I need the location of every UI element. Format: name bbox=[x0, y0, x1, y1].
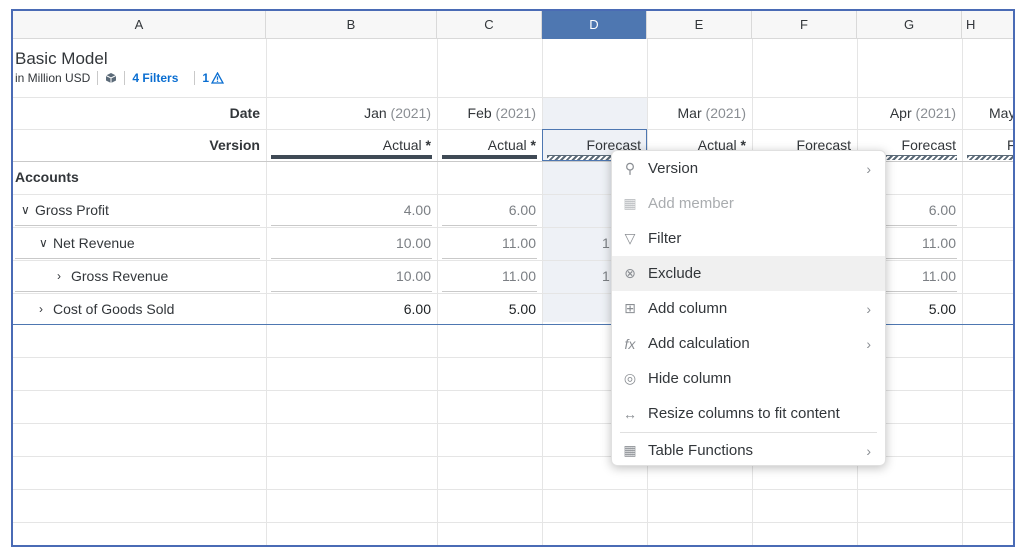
cell-underline bbox=[271, 258, 432, 259]
menu-item-add-calculation[interactable]: fx Add calculation › bbox=[612, 326, 885, 361]
menu-item-add-member[interactable]: ▦ Add member bbox=[612, 186, 885, 221]
date-header[interactable]: May bbox=[989, 105, 1013, 121]
accounts-label: Accounts bbox=[15, 169, 79, 185]
value-cell[interactable]: 4.00 bbox=[266, 202, 431, 218]
actual-bar bbox=[271, 155, 432, 159]
formula-icon: fx bbox=[624, 335, 636, 352]
add-member-icon: ▦ bbox=[623, 195, 637, 211]
chevron-down-icon[interactable]: ∨ bbox=[39, 236, 53, 250]
table-subtitle: in Million USD 4 Filters 1 bbox=[15, 70, 225, 86]
column-header-h[interactable]: H bbox=[962, 11, 1013, 39]
menu-item-filter[interactable]: ▽ Filter bbox=[612, 221, 885, 256]
menu-item-exclude[interactable]: ⊗ Exclude bbox=[612, 256, 885, 291]
date-row-label: Date bbox=[229, 105, 260, 121]
table-title: Basic Model bbox=[15, 49, 108, 68]
menu-item-version[interactable]: ⚲ Version › bbox=[612, 151, 885, 186]
cell-underline bbox=[15, 258, 260, 259]
chevron-right-icon[interactable]: › bbox=[39, 302, 53, 316]
version-header[interactable]: Actual * bbox=[437, 137, 536, 153]
date-header[interactable]: Feb (2021) bbox=[437, 105, 536, 121]
table-icon: ▦ bbox=[623, 442, 637, 458]
filters-link[interactable]: 4 Filters bbox=[132, 71, 178, 85]
menu-item-hide-column[interactable]: ◎ Hide column bbox=[612, 361, 885, 396]
date-header[interactable]: Jan (2021) bbox=[266, 105, 431, 121]
version-row-label: Version bbox=[209, 137, 260, 153]
column-header-c[interactable]: C bbox=[437, 11, 542, 39]
chevron-right-icon[interactable]: › bbox=[57, 269, 71, 283]
column-header-g[interactable]: G bbox=[857, 11, 962, 39]
value-cell[interactable]: 10.00 bbox=[266, 235, 431, 251]
grid-line bbox=[13, 522, 1013, 523]
date-header[interactable]: Apr (2021) bbox=[857, 105, 956, 121]
value-cell[interactable]: 11.00 bbox=[437, 268, 536, 284]
account-row-gross-profit[interactable]: ∨ Gross Profit bbox=[21, 202, 109, 218]
account-row-net-revenue[interactable]: ∨ Net Revenue bbox=[39, 235, 135, 251]
cell-underline bbox=[15, 291, 260, 292]
value-cell[interactable]: 11.00 bbox=[437, 235, 536, 251]
grid-line bbox=[13, 129, 1013, 130]
date-header[interactable]: Mar (2021) bbox=[647, 105, 746, 121]
chevron-right-icon: › bbox=[866, 160, 871, 177]
exclude-icon: ⊗ bbox=[624, 265, 636, 281]
version-header[interactable]: F bbox=[1007, 137, 1013, 153]
chevron-right-icon: › bbox=[866, 442, 871, 459]
chevron-right-icon: › bbox=[866, 335, 871, 352]
value-cell[interactable]: 10.00 bbox=[266, 268, 431, 284]
column-header-d[interactable]: D bbox=[542, 11, 647, 39]
cell-underline bbox=[15, 225, 260, 226]
cell-underline bbox=[442, 258, 537, 259]
grid-line bbox=[962, 11, 963, 545]
column-header-a[interactable]: A bbox=[13, 11, 266, 39]
value-cell[interactable]: 6.00 bbox=[266, 301, 431, 317]
account-row-cogs[interactable]: › Cost of Goods Sold bbox=[39, 301, 174, 317]
version-icon: ⚲ bbox=[624, 160, 636, 176]
value-cell[interactable]: 5.00 bbox=[437, 301, 536, 317]
menu-item-add-column[interactable]: ⊞ Add column › bbox=[612, 291, 885, 326]
column-header-e[interactable]: E bbox=[647, 11, 752, 39]
column-header-row: A B C D E F G H bbox=[13, 11, 1013, 39]
forecast-bar bbox=[967, 155, 1013, 160]
cube-icon[interactable] bbox=[105, 72, 117, 84]
account-row-gross-revenue[interactable]: › Gross Revenue bbox=[57, 268, 168, 284]
divider bbox=[97, 71, 99, 85]
divider bbox=[194, 71, 196, 85]
resize-icon: ↔ bbox=[623, 405, 637, 422]
chevron-right-icon: › bbox=[866, 300, 871, 317]
chevron-down-icon[interactable]: ∨ bbox=[21, 203, 35, 217]
grid-line bbox=[13, 97, 1013, 98]
filter-icon: ▽ bbox=[624, 230, 636, 246]
menu-item-table-functions[interactable]: ▦ Table Functions › bbox=[612, 433, 885, 468]
grid-line bbox=[13, 489, 1013, 490]
grid-line bbox=[542, 11, 543, 545]
version-header[interactable]: Actual * bbox=[266, 137, 431, 153]
add-column-icon: ⊞ bbox=[624, 300, 636, 316]
menu-item-resize-columns[interactable]: ↔ Resize columns to fit content bbox=[612, 396, 885, 431]
cell-underline bbox=[442, 225, 537, 226]
actual-bar bbox=[442, 155, 537, 159]
hide-icon: ◎ bbox=[623, 370, 637, 386]
warning-icon[interactable] bbox=[210, 71, 225, 84]
cell-underline bbox=[271, 291, 432, 292]
warnings-count[interactable]: 1 bbox=[202, 71, 209, 85]
unit-label: in Million USD bbox=[15, 71, 91, 85]
value-cell[interactable]: 6.00 bbox=[437, 202, 536, 218]
column-header-b[interactable]: B bbox=[266, 11, 437, 39]
divider bbox=[124, 71, 126, 85]
column-header-f[interactable]: F bbox=[752, 11, 857, 39]
cell-underline bbox=[271, 225, 432, 226]
cell-underline bbox=[442, 291, 537, 292]
context-menu: ⚲ Version › ▦ Add member ▽ Filter ⊗ Excl… bbox=[611, 150, 886, 466]
